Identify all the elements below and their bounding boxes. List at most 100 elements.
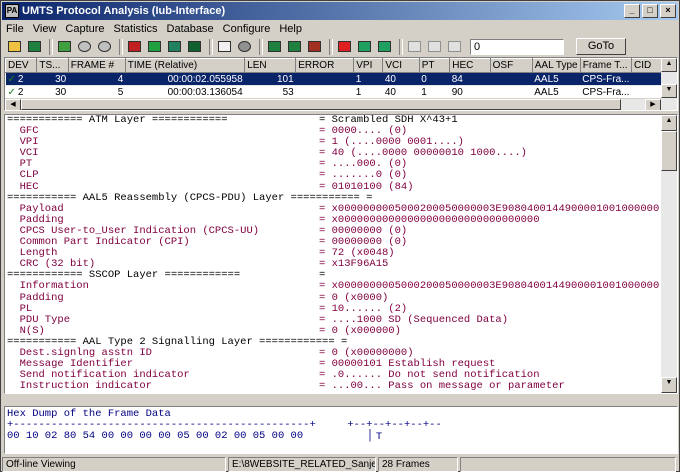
menu-view[interactable]: View: [33, 23, 57, 35]
hex-ascii: ▏T: [357, 431, 383, 443]
cell-frame-type: CPS-Fra...: [580, 85, 632, 99]
cell-pt: 1: [419, 85, 450, 99]
col-vpi[interactable]: VPI: [353, 58, 384, 73]
trace-icon[interactable]: [146, 39, 163, 55]
cell-len: 53: [244, 85, 296, 99]
col-frame[interactable]: FRAME #: [67, 58, 126, 73]
cell-dev: ✓ 2: [5, 72, 37, 86]
cell-time: 00:00:03.136054: [125, 85, 245, 99]
filter-icon[interactable]: [356, 39, 373, 55]
decode-field-value: = 01010100 (84): [319, 180, 414, 193]
col-len[interactable]: LEN: [244, 58, 297, 73]
decode-field-value: = .......0 (0): [319, 169, 408, 182]
cell-error: [295, 72, 354, 86]
cell-len: 101: [244, 72, 296, 86]
cell-aal-type: AAL5: [532, 85, 581, 99]
dev-value: 2: [17, 86, 24, 98]
col-ts[interactable]: TS...: [36, 58, 69, 73]
scroll-right-icon[interactable]: ▶: [645, 99, 661, 110]
cell-frame: 4: [68, 72, 126, 86]
col-aal-type[interactable]: AAL Type: [531, 58, 581, 73]
title-bar[interactable]: PA UMTS Protocol Analysis (Iub-Interface…: [2, 2, 678, 20]
grid-icon[interactable]: [216, 39, 233, 55]
stop-icon[interactable]: [96, 39, 113, 55]
decode-field-line[interactable]: Instruction indicator = ...00... Pass on …: [7, 381, 667, 392]
col-vci[interactable]: VCI: [382, 58, 420, 73]
col-dev[interactable]: DEV: [5, 58, 38, 73]
cell-ts: 30: [36, 85, 69, 99]
copy-icon[interactable]: [406, 39, 423, 55]
close-capture-icon[interactable]: [76, 39, 93, 55]
maximize-button[interactable]: □: [642, 4, 658, 18]
menu-help[interactable]: Help: [279, 23, 302, 35]
decode-field-line[interactable]: Padding = 0 (x0000): [7, 291, 667, 304]
col-time[interactable]: TIME (Relative): [124, 58, 246, 73]
tag-icon[interactable]: [426, 39, 443, 55]
filter-color-icon[interactable]: [126, 39, 143, 55]
signal-err-icon[interactable]: [306, 39, 323, 55]
decode-field-label: Padding: [7, 291, 64, 304]
table-row[interactable]: ✓ 2 30 5 00:00:03.136054 53 1 40 1 90 AAL…: [5, 85, 677, 99]
pie-icon[interactable]: [236, 39, 253, 55]
cell-hec: 84: [449, 72, 491, 86]
save-trace-icon[interactable]: [186, 39, 203, 55]
scroll-thumb[interactable]: [21, 99, 621, 110]
decode-pane: ============ ATM Layer ============ = Scr…: [4, 114, 678, 394]
menu-configure[interactable]: Configure: [223, 23, 271, 35]
frame-number-input[interactable]: 0: [470, 38, 564, 55]
signal-ok-icon[interactable]: [286, 39, 303, 55]
col-hec[interactable]: HEC: [449, 58, 491, 73]
scroll-up-icon[interactable]: ▲: [661, 58, 677, 72]
set-icon[interactable]: [336, 39, 353, 55]
scroll-down-icon[interactable]: ▼: [661, 377, 677, 393]
scroll-up-icon[interactable]: ▲: [661, 115, 677, 131]
decode-field-label: ============ ATM Layer ============: [7, 114, 228, 126]
import-icon[interactable]: [56, 39, 73, 55]
scroll-thumb[interactable]: [661, 131, 677, 171]
col-osf[interactable]: OSF: [489, 58, 533, 73]
menu-database[interactable]: Database: [167, 23, 214, 35]
scroll-left-icon[interactable]: ◀: [5, 99, 21, 110]
menu-statistics[interactable]: Statistics: [114, 23, 158, 35]
col-cid[interactable]: CID: [630, 58, 663, 73]
cell-time: 00:00:02.055958: [125, 72, 245, 86]
signal-icon[interactable]: [266, 39, 283, 55]
table-row[interactable]: ✓ 2 30 4 00:00:02.055958 101 1 40 0 84 AA…: [5, 72, 677, 86]
hex-bytes: 00 10 02 80 54 00 00 00 00 05 00 02 00 0…: [7, 430, 304, 442]
cell-vpi: 1: [353, 72, 383, 86]
menu-capture[interactable]: Capture: [65, 23, 104, 35]
decode-lines: ============ ATM Layer ============ = Scr…: [7, 115, 667, 392]
scroll-down-icon[interactable]: ▼: [661, 84, 677, 98]
status-mode: Off-line Viewing: [2, 456, 226, 472]
decode-field-label: CLP: [7, 169, 39, 182]
decode-field-line[interactable]: HEC = 01010100 (84): [7, 180, 667, 193]
toolbar-separator: [119, 38, 123, 55]
menu-file[interactable]: File: [6, 23, 24, 35]
export-icon[interactable]: [166, 39, 183, 55]
col-pt[interactable]: PT: [418, 58, 451, 73]
decode-vscrollbar[interactable]: ▲ ▼: [661, 115, 677, 393]
open-icon[interactable]: [6, 39, 23, 55]
cell-ts: 30: [36, 72, 69, 86]
col-error[interactable]: ERROR: [295, 58, 355, 73]
toolbar-separator: [259, 38, 263, 55]
goto-button[interactable]: GoTo: [576, 38, 626, 55]
frames-header-row: DEV TS... FRAME # TIME (Relative) LEN ER…: [5, 58, 677, 73]
app-icon: PA: [5, 4, 19, 18]
decode-field-label: HEC: [7, 180, 39, 193]
status-path: E:\8WEBSITE_RELATED_Sanjeev\UM1: [228, 456, 376, 472]
cell-frame: 5: [68, 85, 126, 99]
decode-field-line[interactable]: Information = x0000000005000200050000003E…: [7, 281, 667, 292]
decode-field-line[interactable]: CLP = .......0 (0): [7, 170, 667, 181]
cell-vci: 40: [382, 72, 420, 86]
close-button[interactable]: ×: [660, 4, 676, 18]
frame-list-hscrollbar[interactable]: ◀ ▶: [5, 98, 661, 110]
cell-dev: ✓ 2: [5, 85, 37, 99]
pdf-icon[interactable]: [446, 39, 463, 55]
check-icon: ✓: [7, 73, 16, 85]
filter-clear-icon[interactable]: [376, 39, 393, 55]
save-icon[interactable]: [26, 39, 43, 55]
col-frame-type[interactable]: Frame T...: [579, 58, 632, 73]
frame-list-vscrollbar[interactable]: ▲ ▼: [661, 58, 677, 110]
minimize-button[interactable]: _: [624, 4, 640, 18]
